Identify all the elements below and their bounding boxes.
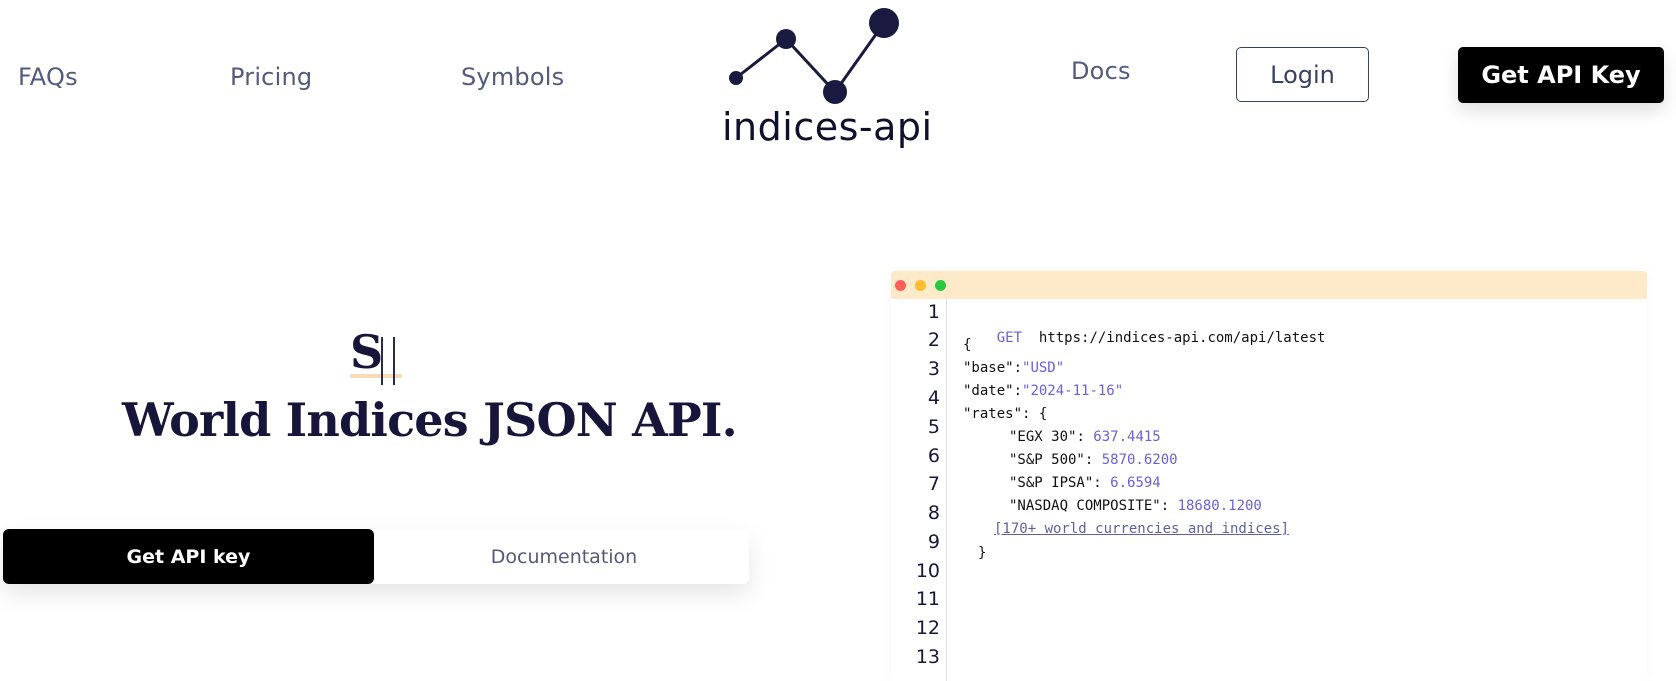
code-line-request: GET https://indices-api.com/api/latest bbox=[963, 314, 1326, 362]
code-line: { bbox=[963, 337, 971, 353]
close-brace: } bbox=[978, 545, 987, 561]
line-number-gutter: 1 2 3 4 5 6 7 8 9 10 11 12 13 bbox=[891, 299, 947, 681]
typed-text: S bbox=[350, 325, 384, 379]
typing-caret bbox=[381, 337, 383, 385]
line-number: 1 bbox=[927, 301, 940, 323]
base-value: "USD" bbox=[1022, 360, 1065, 376]
rate-key: "EGX 30" bbox=[1009, 429, 1077, 445]
hero-headline: World Indices JSON API. bbox=[122, 393, 738, 447]
code-panel: 1 2 3 4 5 6 7 8 9 10 11 12 13 GET https:… bbox=[891, 271, 1647, 681]
login-button[interactable]: Login bbox=[1236, 47, 1369, 102]
logo-text[interactable]: indices-api bbox=[722, 105, 933, 149]
date-key: "date" bbox=[963, 383, 1014, 399]
more-indices-link[interactable]: [170+ world currencies and indices] bbox=[994, 521, 1289, 537]
line-number: 8 bbox=[927, 502, 940, 524]
line-number: 4 bbox=[927, 387, 940, 409]
line-number: 2 bbox=[927, 329, 940, 351]
open-brace: { bbox=[963, 337, 972, 353]
rate-row: "S&P IPSA": 6.6594 bbox=[1009, 475, 1161, 491]
code-line: "base":"USD" bbox=[963, 360, 1065, 376]
nav-faqs[interactable]: FAQs bbox=[18, 63, 78, 91]
get-api-key-cta[interactable]: Get API key bbox=[3, 529, 374, 584]
rates-open: : { bbox=[1022, 406, 1048, 422]
base-key: "base" bbox=[963, 360, 1014, 376]
rate-row: "S&P 500": 5870.6200 bbox=[1009, 452, 1178, 468]
line-number: 7 bbox=[927, 473, 940, 495]
rate-value: 6.6594 bbox=[1110, 475, 1161, 491]
code-titlebar bbox=[891, 271, 1647, 299]
line-number: 9 bbox=[927, 531, 940, 553]
typing-caret bbox=[393, 337, 395, 385]
line-number: 10 bbox=[915, 560, 940, 582]
maximize-dot-icon bbox=[935, 280, 946, 291]
rate-value: 18680.1200 bbox=[1177, 498, 1262, 514]
line-number: 11 bbox=[915, 588, 940, 610]
close-dot-icon bbox=[895, 280, 906, 291]
line-number: 3 bbox=[927, 358, 940, 380]
line-number: 12 bbox=[915, 617, 940, 639]
nav-symbols[interactable]: Symbols bbox=[461, 63, 564, 91]
code-line: "rates": { bbox=[963, 406, 1047, 422]
line-number: 5 bbox=[927, 416, 940, 438]
date-value: "2024-11-16" bbox=[1022, 383, 1124, 399]
cta-group: Get API key Documentation bbox=[3, 529, 749, 584]
rate-value: 5870.6200 bbox=[1101, 452, 1178, 468]
rates-key: "rates" bbox=[963, 406, 1023, 422]
get-api-key-button[interactable]: Get API Key bbox=[1458, 47, 1664, 103]
rate-row: "NASDAQ COMPOSITE": 18680.1200 bbox=[1009, 498, 1262, 514]
rate-key: "S&P IPSA" bbox=[1009, 475, 1094, 491]
documentation-cta[interactable]: Documentation bbox=[379, 529, 749, 584]
code-line: } bbox=[978, 545, 986, 561]
minimize-dot-icon bbox=[915, 280, 926, 291]
rate-key: "NASDAQ COMPOSITE" bbox=[1009, 498, 1161, 514]
request-url: https://indices-api.com/api/latest bbox=[1038, 330, 1326, 346]
http-method: GET bbox=[996, 330, 1023, 346]
nav-pricing[interactable]: Pricing bbox=[230, 63, 312, 91]
code-line: [170+ world currencies and indices] bbox=[994, 521, 1289, 537]
line-number: 6 bbox=[927, 445, 940, 467]
rate-key: "S&P 500" bbox=[1009, 452, 1085, 468]
rate-value: 637.4415 bbox=[1093, 429, 1161, 445]
nav-docs[interactable]: Docs bbox=[1071, 57, 1131, 85]
rate-row: "EGX 30": 637.4415 bbox=[1009, 429, 1161, 445]
line-number: 13 bbox=[915, 646, 940, 668]
code-line: "date":"2024-11-16" bbox=[963, 383, 1124, 399]
